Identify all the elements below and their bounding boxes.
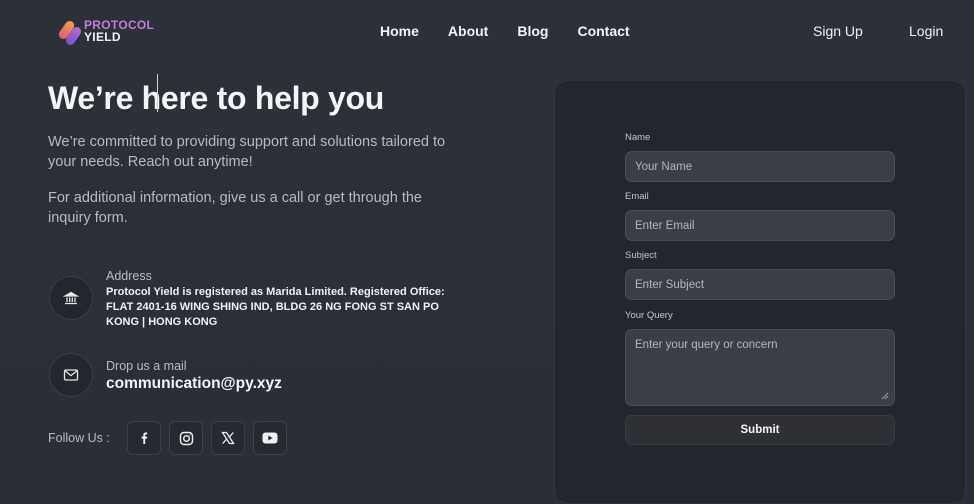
- nav-home[interactable]: Home: [380, 23, 419, 39]
- nav-about[interactable]: About: [448, 23, 488, 39]
- instagram-icon[interactable]: [169, 421, 203, 455]
- signup-link[interactable]: Sign Up: [813, 23, 863, 39]
- name-field[interactable]: [625, 151, 895, 182]
- nav-blog[interactable]: Blog: [517, 23, 548, 39]
- query-label: Your Query: [625, 310, 673, 321]
- logo-mark-icon: [57, 16, 83, 47]
- bank-icon: [49, 276, 93, 320]
- submit-button[interactable]: Submit: [625, 415, 895, 445]
- query-textarea[interactable]: [625, 329, 895, 406]
- name-label: Name: [625, 132, 651, 143]
- youtube-icon[interactable]: [253, 421, 287, 455]
- hero-paragraph-1: We’re committed to providing support and…: [48, 134, 446, 170]
- x-icon[interactable]: [211, 421, 245, 455]
- email-label: Email: [625, 191, 649, 202]
- top-nav: PROTOCOL YIELD Home About Blog Contact S…: [0, 0, 974, 64]
- address-text: Protocol Yield is registered as Marida L…: [106, 286, 445, 328]
- page-title: We’re here to help you: [48, 80, 384, 116]
- mail-label: Drop us a mail: [106, 359, 187, 373]
- follow-label: Follow Us :: [48, 431, 110, 445]
- hero-paragraph-2: For additional information, give us a ca…: [48, 190, 422, 226]
- subject-field[interactable]: [625, 269, 895, 300]
- subject-label: Subject: [625, 250, 657, 261]
- email-field[interactable]: [625, 210, 895, 241]
- facebook-icon[interactable]: [127, 421, 161, 455]
- brand-logo[interactable]: PROTOCOL YIELD: [57, 16, 154, 47]
- brand-line2: YIELD: [84, 30, 121, 44]
- text-cursor: [157, 74, 158, 112]
- mail-address[interactable]: communication@py.xyz: [106, 375, 282, 393]
- nav-contact[interactable]: Contact: [577, 23, 629, 39]
- resize-grip-icon[interactable]: [881, 392, 889, 400]
- address-label: Address: [106, 269, 152, 283]
- mail-icon: [49, 353, 93, 397]
- nav-links: Home About Blog Contact: [380, 23, 659, 39]
- login-link[interactable]: Login: [909, 23, 943, 39]
